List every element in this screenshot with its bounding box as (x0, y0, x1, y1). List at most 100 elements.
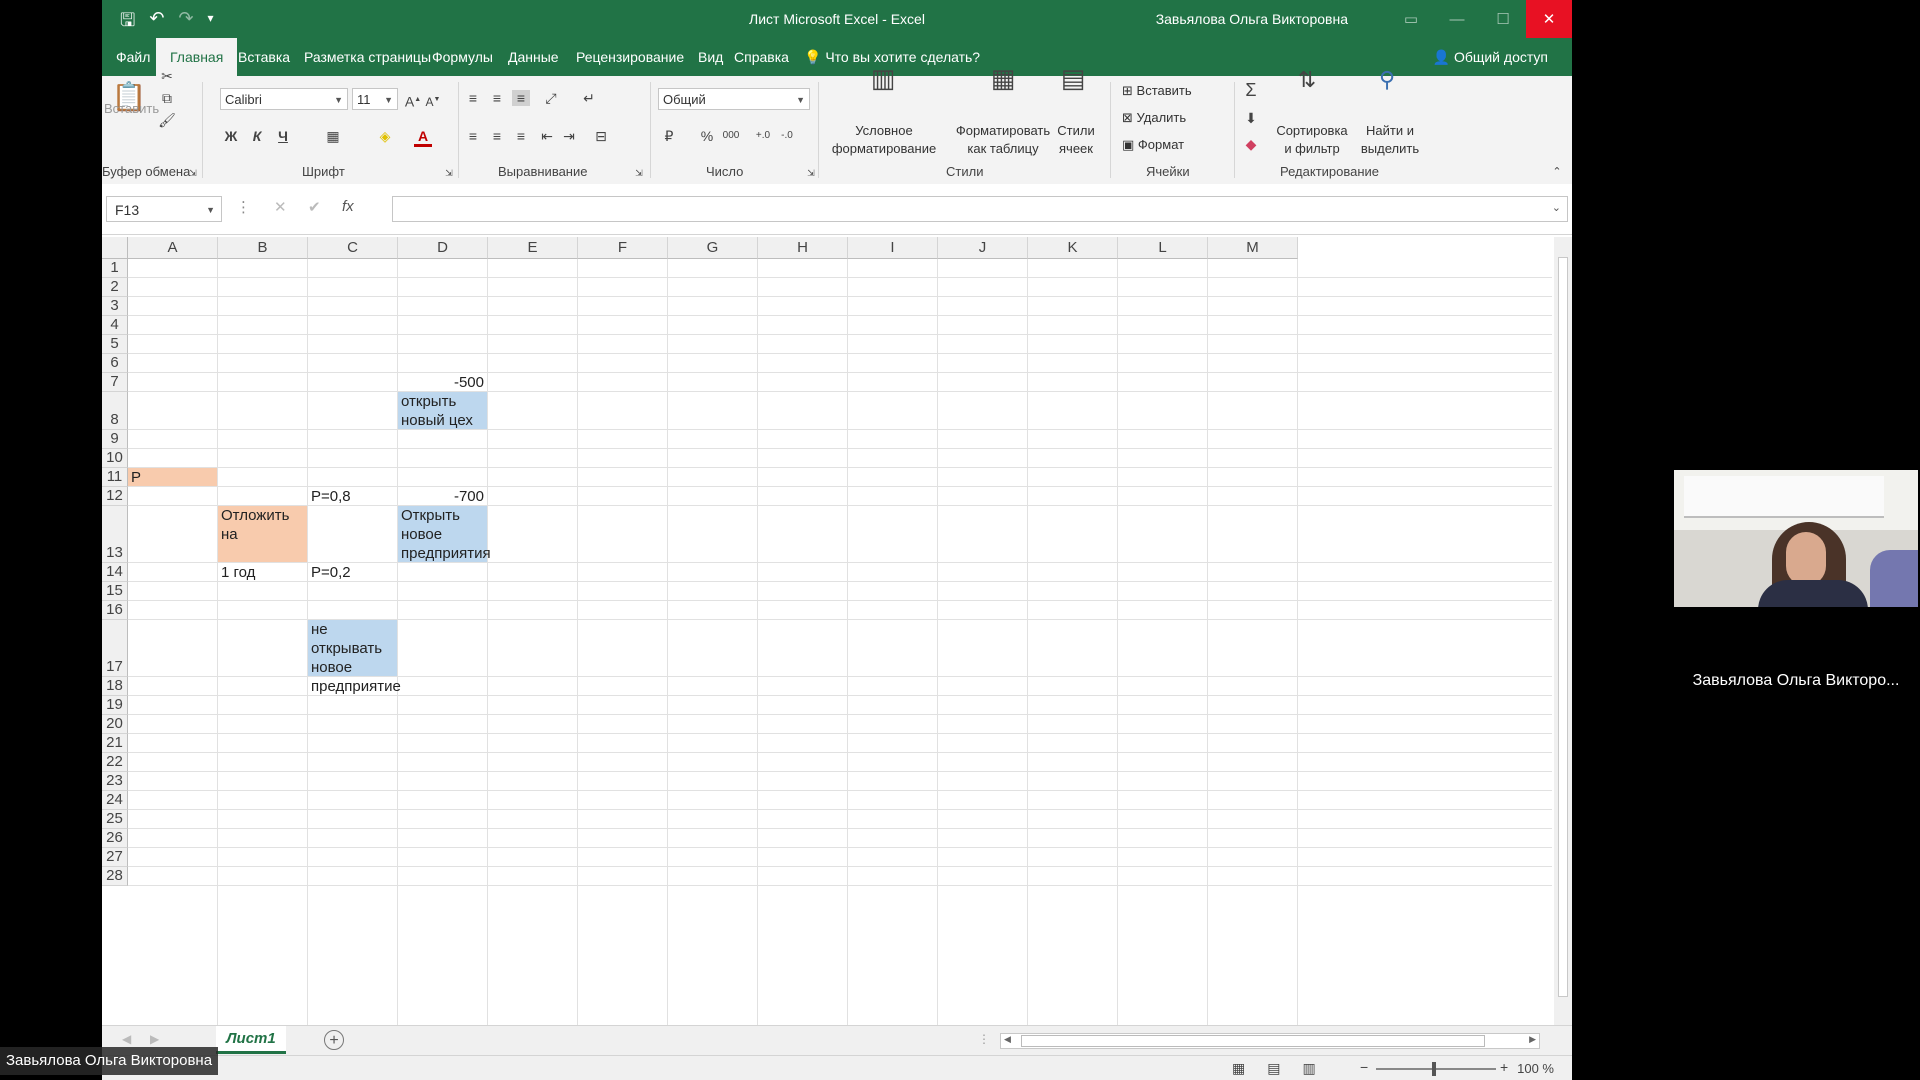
underline-button[interactable]: Ч (274, 128, 292, 144)
minimize-icon[interactable]: — (1434, 0, 1480, 38)
row-header-7[interactable]: 7 (102, 373, 128, 392)
decrease-indent-icon[interactable]: ⇤ (538, 128, 556, 144)
maximize-icon[interactable]: ☐ (1480, 0, 1526, 38)
font-name-combo[interactable]: Calibri ▼ (220, 88, 348, 110)
formula-input[interactable]: ⌄ (392, 196, 1568, 222)
next-sheet-icon[interactable]: ▶ (150, 1032, 159, 1046)
cell-d12[interactable]: -700 (398, 487, 487, 505)
increase-decimal-icon[interactable]: +.0 (754, 128, 772, 144)
cell-d13[interactable]: Открыть новое предприятия (398, 506, 491, 562)
row-header-20[interactable]: 20 (102, 715, 128, 734)
clipboard-launcher-icon[interactable]: ⇲ (184, 165, 202, 181)
worksheet-grid[interactable]: A B C D E F G H I J K L M 1 2 3 4 5 6 7 8 9 10 11 12 13 14 15 16 17 18… (102, 237, 1552, 1025)
normal-view-icon[interactable]: ▦ (1232, 1060, 1245, 1077)
delete-cells-button[interactable]: ⊠ Удалить (1122, 109, 1228, 127)
row-header-4[interactable]: 4 (102, 316, 128, 335)
row-header-13[interactable]: 13 (102, 506, 128, 563)
row-header-5[interactable]: 5 (102, 335, 128, 354)
number-format-combo[interactable]: Общий ▼ (658, 88, 810, 110)
vertical-scrollbar[interactable] (1554, 237, 1572, 1025)
format-as-table-icon[interactable]: ▦ (988, 65, 1018, 100)
column-header-c[interactable]: C (308, 237, 398, 259)
column-header-l[interactable]: L (1118, 237, 1208, 259)
column-header-m[interactable]: M (1208, 237, 1298, 259)
decrease-decimal-icon[interactable]: -.0 (778, 128, 796, 144)
cell-c17[interactable]: не открывать новое предприятие (308, 620, 401, 695)
increase-font-icon[interactable]: A▲ (404, 92, 422, 110)
scroll-right-icon[interactable]: ▶ (1529, 1034, 1536, 1045)
column-header-f[interactable]: F (578, 237, 668, 259)
column-header-d[interactable]: D (398, 237, 488, 259)
row-header-2[interactable]: 2 (102, 278, 128, 297)
row-header-22[interactable]: 22 (102, 753, 128, 772)
bold-button[interactable]: Ж (222, 128, 240, 144)
font-launcher-icon[interactable]: ⇲ (440, 165, 458, 181)
find-select-icon[interactable]: ⚲ (1372, 69, 1402, 102)
column-header-k[interactable]: K (1028, 237, 1118, 259)
borders-icon[interactable]: ▦ (324, 128, 342, 144)
align-top-icon[interactable]: ≡ (464, 90, 482, 106)
format-cells-button[interactable]: ▣ Формат (1122, 136, 1228, 154)
cell-a11[interactable]: P (128, 468, 217, 486)
ribbon-display-icon[interactable]: ▭ (1388, 0, 1434, 38)
font-color-icon[interactable]: A (414, 128, 432, 147)
decrease-font-icon[interactable]: A▼ (424, 92, 442, 109)
column-header-j[interactable]: J (938, 237, 1028, 259)
align-right-icon[interactable]: ≡ (512, 128, 530, 144)
align-bottom-icon[interactable]: ≡ (512, 90, 530, 106)
row-header-17[interactable]: 17 (102, 620, 128, 677)
row-header-25[interactable]: 25 (102, 810, 128, 829)
copy-icon[interactable]: ⧉ (158, 90, 176, 106)
cell-styles-icon[interactable]: ▤ (1058, 65, 1088, 100)
cell-d8[interactable]: открыть новый цех (398, 392, 487, 429)
row-header-19[interactable]: 19 (102, 696, 128, 715)
scroll-left-icon[interactable]: ◀ (1004, 1034, 1011, 1045)
conditional-format-icon[interactable]: ▥ (868, 65, 898, 100)
select-all-corner[interactable] (102, 237, 128, 259)
fill-icon[interactable]: ⬇ (1242, 110, 1260, 126)
tab-data[interactable]: Данные (494, 38, 573, 76)
prev-sheet-icon[interactable]: ◀ (122, 1032, 131, 1046)
percent-icon[interactable]: % (698, 128, 716, 144)
row-header-18[interactable]: 18 (102, 677, 128, 696)
share-button[interactable]: 👤 Общий доступ (1433, 38, 1548, 76)
cut-icon[interactable]: ✂ (158, 68, 176, 84)
column-header-h[interactable]: H (758, 237, 848, 259)
align-center-icon[interactable]: ≡ (488, 128, 506, 144)
cell-styles-button[interactable]: Стили ячеек (1048, 122, 1104, 158)
expand-formula-icon[interactable]: ⌄ (1552, 201, 1561, 214)
format-painter-icon[interactable]: 🖌 (158, 112, 176, 128)
row-header-16[interactable]: 16 (102, 601, 128, 620)
zoom-level[interactable]: 100 % (1517, 1061, 1554, 1076)
vertical-scroll-thumb[interactable] (1558, 257, 1568, 997)
fill-color-icon[interactable]: ◈ (376, 128, 394, 144)
alignment-launcher-icon[interactable]: ⇲ (630, 165, 648, 181)
add-sheet-icon[interactable]: + (324, 1030, 344, 1050)
zoom-slider[interactable] (1376, 1062, 1496, 1076)
autosum-icon[interactable]: Σ (1242, 81, 1260, 99)
row-header-14[interactable]: 14 (102, 563, 128, 582)
conditional-format-button[interactable]: Условное форматирование (822, 122, 946, 158)
cancel-icon[interactable]: ✕ (274, 198, 287, 216)
row-header-11[interactable]: 11 (102, 468, 128, 487)
row-header-15[interactable]: 15 (102, 582, 128, 601)
row-header-24[interactable]: 24 (102, 791, 128, 810)
cell-c14[interactable]: P=0,2 (308, 563, 397, 581)
column-header-a[interactable]: A (128, 237, 218, 259)
row-header-23[interactable]: 23 (102, 772, 128, 791)
insert-cells-button[interactable]: ⊞ Вставить (1122, 82, 1228, 100)
increase-indent-icon[interactable]: ⇥ (560, 128, 578, 144)
clear-icon[interactable]: ◆ (1242, 136, 1260, 152)
row-header-3[interactable]: 3 (102, 297, 128, 316)
close-icon[interactable]: ✕ (1526, 0, 1572, 38)
zoom-in-icon[interactable]: + (1500, 1059, 1508, 1075)
tab-review[interactable]: Рецензирование (562, 38, 698, 76)
tab-split-handle[interactable]: ⋮ (978, 1032, 990, 1046)
sort-filter-icon[interactable]: ⇅ (1292, 69, 1322, 102)
row-header-26[interactable]: 26 (102, 829, 128, 848)
cell-b13[interactable]: Отложить на 1 год (218, 506, 307, 581)
font-size-combo[interactable]: 11 ▼ (352, 88, 398, 110)
row-header-10[interactable]: 10 (102, 449, 128, 468)
find-select-button[interactable]: Найти и выделить (1352, 122, 1428, 158)
wrap-text-icon[interactable]: ↵ (580, 90, 598, 106)
